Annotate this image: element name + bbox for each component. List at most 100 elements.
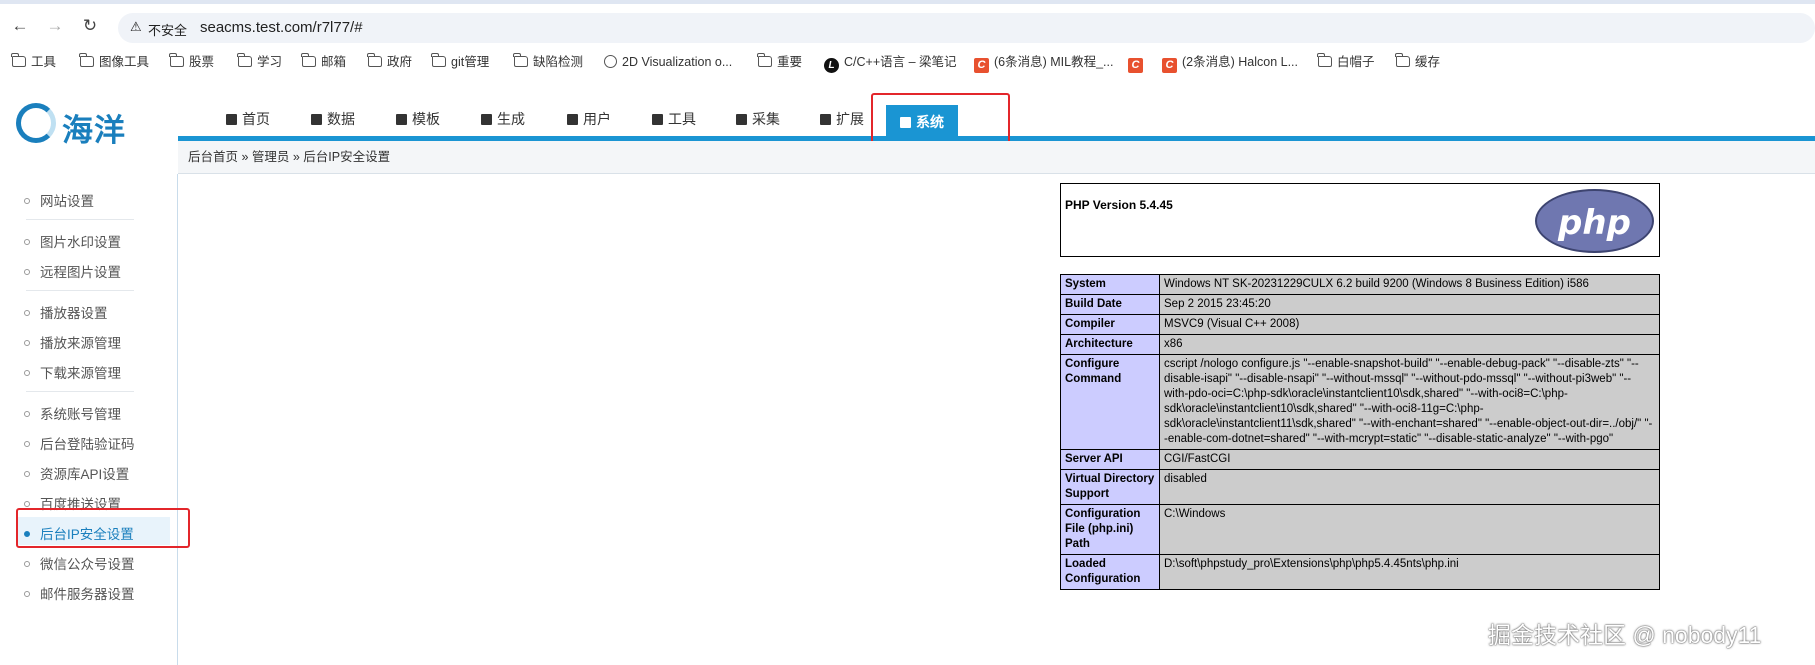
bullet-icon: [24, 591, 30, 597]
bookmark-item[interactable]: 邮箱: [301, 53, 346, 71]
bullet-icon: [24, 269, 30, 275]
bullet-icon: [24, 501, 30, 507]
nav-tab-collect[interactable]: 采集: [736, 108, 780, 136]
site-c-icon: C: [1162, 58, 1177, 73]
phpinfo-table: System Windows NT SK-20231229CULX 6.2 bui…: [1060, 274, 1660, 590]
user-icon: [567, 114, 578, 125]
bullet-icon: [24, 340, 30, 346]
bookmark-item[interactable]: 2D Visualization o...: [604, 53, 732, 71]
bullet-icon: [24, 441, 30, 447]
sidebar-item[interactable]: 微信公众号设置: [24, 553, 135, 573]
folder-icon: [513, 53, 528, 67]
bookmark-item[interactable]: 重要: [757, 53, 802, 71]
address-bar[interactable]: ⚠ 不安全 seacms.test.com/r7l77/#: [118, 13, 1815, 43]
file-icon: [396, 114, 407, 125]
sidebar-item[interactable]: 远程图片设置: [24, 261, 121, 281]
folder-icon: [1317, 53, 1332, 67]
puzzle-icon: [820, 114, 831, 125]
table-row: Virtual Directory Support disabled: [1060, 469, 1660, 505]
highlight-box-sidebar: [16, 508, 190, 548]
forward-icon[interactable]: →: [45, 16, 65, 36]
sidebar-item[interactable]: 图片水印设置: [24, 231, 121, 251]
site-l-icon: L: [824, 58, 839, 73]
folder-icon: [169, 53, 184, 67]
folder-icon: [367, 53, 382, 67]
nav-tab-generate[interactable]: 生成: [481, 108, 525, 136]
sidebar-divider: [26, 290, 134, 291]
bullet-icon: [24, 471, 30, 477]
nav-tab-users[interactable]: 用户: [567, 108, 611, 136]
bookmark-item[interactable]: C (2条消息) Halcon L...: [1162, 53, 1298, 73]
site-c-icon: C: [1128, 58, 1143, 73]
sidebar-item[interactable]: 后台登陆验证码: [24, 433, 135, 453]
bookmark-item[interactable]: C: [1128, 53, 1148, 73]
bullet-icon: [24, 561, 30, 567]
sidebar-item[interactable]: 系统账号管理: [24, 403, 121, 423]
browser-toolbar: ← → ↻ ⚠ 不安全 seacms.test.com/r7l77/#: [0, 0, 1815, 47]
bullet-icon: [24, 239, 30, 245]
wrench-icon: [652, 114, 663, 125]
php-header: PHP Version 5.4.45 php: [1060, 183, 1660, 257]
bookmark-item[interactable]: 白帽子: [1317, 53, 1375, 71]
globe-icon: [604, 55, 617, 68]
sidebar-item[interactable]: 播放器设置: [24, 302, 108, 322]
table-row: System Windows NT SK-20231229CULX 6.2 bui…: [1060, 274, 1660, 295]
url-text[interactable]: seacms.test.com/r7l77/#: [200, 19, 363, 36]
folder-icon: [757, 53, 772, 67]
bookmark-item[interactable]: L C/C++语言 – 梁笔记: [824, 53, 957, 73]
bookmarks-bar: 工具 图像工具 股票 学习 邮箱 政府 git管理 缺陷检测 2D Visual…: [0, 47, 1815, 77]
bullet-icon: [24, 198, 30, 204]
logo-wave-icon: [16, 103, 56, 143]
security-label[interactable]: 不安全: [148, 20, 187, 39]
bullet-icon: [24, 370, 30, 376]
bookmark-item[interactable]: 学习: [237, 53, 282, 71]
bookmark-item[interactable]: 股票: [169, 53, 214, 71]
nav-tab-extend[interactable]: 扩展: [820, 108, 864, 136]
folder-icon: [79, 53, 94, 67]
sidebar-item[interactable]: 网站设置: [24, 190, 94, 210]
database-icon: [311, 114, 322, 125]
folder-icon: [1395, 53, 1410, 67]
bookmark-item[interactable]: C (6条消息) MIL教程_...: [974, 53, 1113, 73]
warning-icon[interactable]: ⚠: [130, 19, 142, 35]
bookmark-item[interactable]: git管理: [431, 53, 489, 71]
table-row: Configure Command cscript /nologo configu…: [1060, 354, 1660, 450]
sidebar-item[interactable]: 播放来源管理: [24, 332, 121, 352]
table-row: Compiler MSVC9 (Visual C++ 2008): [1060, 314, 1660, 335]
table-row: Server API CGI/FastCGI: [1060, 449, 1660, 470]
bookmark-item[interactable]: 图像工具: [79, 53, 149, 71]
reload-icon[interactable]: ↻: [80, 16, 100, 36]
watermark: 掘金技术社区 @ nobody11: [1488, 622, 1762, 648]
magnet-icon: [736, 114, 747, 125]
folder-icon: [237, 53, 252, 67]
nav-tab-data[interactable]: 数据: [311, 108, 355, 136]
bookmark-item[interactable]: 工具: [11, 53, 56, 71]
nav-tab-tools[interactable]: 工具: [652, 108, 696, 136]
back-icon[interactable]: ←: [10, 16, 30, 36]
site-c-icon: C: [974, 58, 989, 73]
folder-icon: [11, 53, 26, 67]
logo-text: 海洋: [62, 113, 126, 148]
sidebar-divider: [26, 219, 134, 220]
bullet-icon: [24, 310, 30, 316]
home-icon: [226, 114, 237, 125]
bookmark-item[interactable]: 政府: [367, 53, 412, 71]
server-icon: [481, 114, 492, 125]
folder-icon: [431, 53, 446, 67]
php-logo: php: [1535, 189, 1654, 253]
bookmark-item[interactable]: 缺陷检测: [513, 53, 583, 71]
php-version-title: PHP Version 5.4.45: [1065, 198, 1173, 212]
table-row: Build Date Sep 2 2015 23:45:20: [1060, 294, 1660, 315]
bullet-icon: [24, 411, 30, 417]
sidebar-item[interactable]: 资源库API设置: [24, 463, 129, 483]
breadcrumb: 后台首页 » 管理员 » 后台IP安全设置: [178, 141, 1815, 174]
table-row: Architecture x86: [1060, 334, 1660, 355]
sidebar-item[interactable]: 下载来源管理: [24, 362, 121, 382]
nav-tab-template[interactable]: 模板: [396, 108, 440, 136]
sidebar-divider: [26, 391, 134, 392]
nav-tab-home[interactable]: 首页: [226, 108, 270, 136]
table-row: Configuration File (php.ini) Path C:\Wind…: [1060, 504, 1660, 555]
sidebar-item[interactable]: 邮件服务器设置: [24, 583, 135, 603]
bookmark-item[interactable]: 缓存: [1395, 53, 1440, 71]
table-row: Loaded Configuration D:\soft\phpstudy_pro…: [1060, 554, 1660, 590]
